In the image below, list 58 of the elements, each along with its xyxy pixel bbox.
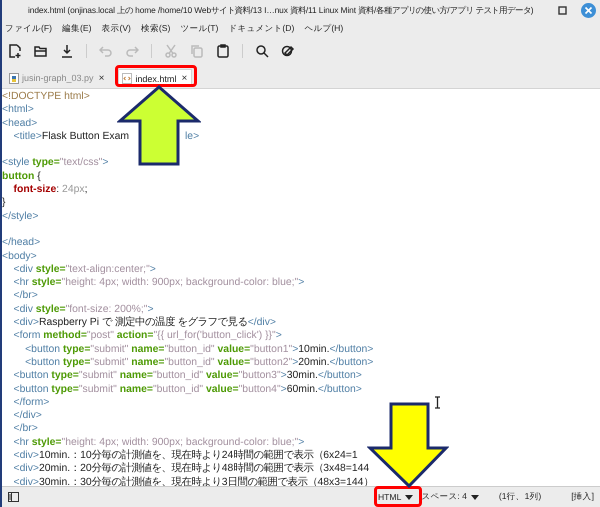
code-line: </form>: [12, 396, 50, 408]
code-line: <div>10min.：10分毎の計測値を、現在時より24時間の範囲で表示（6x24=1: [12, 450, 358, 462]
text-cursor-icon: [434, 396, 441, 409]
close-tab-button[interactable]: ×: [181, 73, 188, 84]
down-arrow-icon: [367, 402, 449, 488]
code-line: <body>: [2, 250, 37, 262]
code-line: </div>: [12, 410, 42, 422]
code-line: <div>20min.：20分毎の計測値を、現在時より48時間の範囲で表示（3x48=144: [12, 463, 370, 474]
code-line: <div>Raspberry Pi で 測定中の温度 をグラフで見る</div>: [12, 317, 276, 328]
html-file-icon: [122, 73, 132, 84]
save-icon[interactable]: [60, 44, 74, 58]
code-line: </head>: [2, 237, 40, 248]
code-line: <button type="submit" name="button_id" value="button1">10min.</button>: [24, 344, 374, 355]
code-line: </style>: [2, 210, 38, 222]
code-line: <html>: [2, 104, 34, 116]
code-line: <div style="font-size: 200%;">: [12, 304, 154, 315]
highlight-frame: [374, 486, 422, 507]
code-line: }: [2, 197, 6, 208]
code-line: </br>: [12, 290, 38, 302]
paste-icon[interactable]: [216, 44, 230, 58]
code-line: <div>30min.：30分毎の計測値を、現在時より3日間の範囲で表示（48x3=144）: [12, 476, 374, 486]
menu-item[interactable]: ファイル(F): [5, 23, 52, 35]
code-line: <style type="text/css">: [2, 157, 108, 168]
code-line: <form method="post" action="{{ url_for('button_click') }}">: [12, 330, 282, 342]
language-dropdown[interactable]: HTML: [378, 492, 414, 502]
open-icon[interactable]: [34, 44, 48, 58]
code-line: </br>: [12, 423, 38, 434]
file-tab[interactable]: jusin-graph_03.py ×: [6, 69, 108, 87]
menu-item[interactable]: ヘルプ(H): [304, 23, 344, 35]
code-line: <head>: [2, 118, 38, 129]
search-icon[interactable]: [255, 44, 269, 58]
indent-dropdown[interactable]: スペース: 4: [421, 491, 479, 503]
window-title: index.html (onjinas.local 上の home /home/10 Webサイト資料/13 I…nux 資料/11 Linux Mint 資料/各種アプリの使い方/アプリ テスト用データ): [28, 4, 534, 16]
code-line: <div style="text-align:center;">: [12, 264, 156, 275]
menu-item[interactable]: 編集(E): [62, 23, 92, 35]
new-icon[interactable]: [8, 44, 22, 58]
close-tab-button[interactable]: ×: [98, 72, 104, 84]
close-icon[interactable]: [581, 2, 596, 18]
menu-item[interactable]: 検索(S): [140, 23, 170, 35]
code-line: <button type="submit" name="button_id" value="button4">60min.</button>: [12, 384, 362, 395]
code-line: button {: [2, 170, 41, 182]
menu-item[interactable]: 表示(V): [101, 23, 131, 35]
side-panel-icon[interactable]: [8, 492, 19, 502]
cursor-position: (1行、1列): [498, 491, 542, 503]
code-line: <hr style="height: 4px; width: 900px; background-color: blue;">: [12, 436, 304, 448]
code-line: le>: [185, 130, 200, 144]
code-line: <button type="submit" name="button_id" value="button2">20min.</button>: [24, 356, 374, 368]
insert-mode: [挿入]: [571, 491, 594, 503]
python-file-icon: [9, 72, 19, 84]
replace-icon[interactable]: [281, 44, 295, 58]
code-line: <title>Flask Button Exam: [12, 130, 130, 142]
code-line: <!DOCTYPE html>: [2, 91, 90, 102]
maximize-icon[interactable]: [558, 6, 567, 14]
menu-item[interactable]: ドキュメント(D): [228, 23, 294, 35]
code-line: <hr style="height: 4px; width: 900px; background-color: blue;">: [12, 277, 304, 288]
code-line: font-size: 24px;: [12, 184, 88, 196]
code-line: <button type="submit" name="button_id" value="button3">30min.</button>: [12, 370, 362, 382]
menu-item[interactable]: ツール(T): [180, 23, 218, 35]
